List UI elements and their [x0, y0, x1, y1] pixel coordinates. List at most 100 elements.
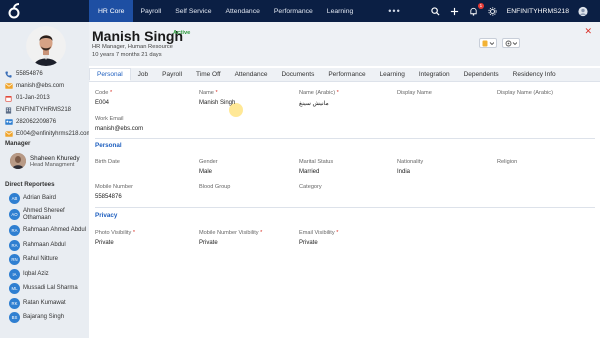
manager-name: Shaheen Khuredy	[30, 154, 80, 162]
nav-tab-learning[interactable]: Learning	[320, 0, 360, 22]
tab-attendance[interactable]: Attendance	[228, 68, 275, 81]
reportee-name: Ratan Kumawat	[23, 299, 66, 306]
tab-integration[interactable]: Integration	[412, 68, 457, 81]
employee-header: Manish Singh Active HR Manager, Human Re…	[89, 22, 600, 66]
company-name[interactable]: ENFINITYHRMS218	[507, 8, 569, 15]
settings-dropdown-button[interactable]	[502, 38, 520, 48]
info-text: 01-Jan-2013	[16, 95, 50, 101]
employee-role: HR Manager, Human Resource	[92, 44, 173, 50]
app-logo-icon[interactable]	[5, 2, 23, 20]
employee-tabs: Personal Job Payroll Time Off Attendance Docu…	[89, 68, 600, 82]
reportee-initials-avatar: IA	[9, 268, 20, 280]
name-value[interactable]: Manish Singh	[199, 100, 235, 106]
id-card-icon	[5, 118, 13, 126]
user-avatar[interactable]	[578, 6, 588, 16]
settings-gear-icon[interactable]	[488, 6, 498, 16]
info-row: manish@ebs.com	[5, 80, 89, 92]
nav-tab-hr-core[interactable]: HR Core	[89, 0, 134, 22]
nav-tab-self-service[interactable]: Self Service	[168, 0, 218, 22]
mobile-number-value[interactable]: 55854876	[95, 194, 122, 200]
info-row: ENFINITYHRMS218	[5, 104, 89, 116]
gender-label: Gender	[199, 159, 218, 165]
reportee-item[interactable]: RA Rahmaan Ahmed Abdul	[9, 225, 89, 236]
nav-tab-payroll[interactable]: Payroll	[133, 0, 168, 22]
info-row: 01-Jan-2013	[5, 92, 89, 104]
tab-job[interactable]: Job	[131, 68, 155, 81]
reportee-item[interactable]: ML Mussadi Lal Sharma	[9, 283, 89, 294]
tab-performance[interactable]: Performance	[321, 68, 372, 81]
section-divider	[95, 138, 595, 139]
arabic-name-value[interactable]: مانيش سينغ	[299, 100, 329, 107]
tab-documents[interactable]: Documents	[274, 68, 321, 81]
company-icon	[5, 106, 13, 114]
birth-date-label: Birth Date	[95, 159, 120, 165]
reportee-item[interactable]: RK Ratan Kumawat	[9, 297, 89, 309]
reportee-item[interactable]: AB Adrian Baird	[9, 193, 89, 204]
reportee-name: Ahmed Shereef Othamaan	[23, 207, 65, 221]
tab-personal[interactable]: Personal	[89, 68, 131, 81]
blood-group-label: Blood Group	[199, 184, 231, 190]
action-menu-button[interactable]	[479, 38, 497, 48]
code-value[interactable]: E004	[95, 100, 109, 106]
employee-tenure: 10 years 7 months 21 days	[92, 52, 162, 58]
photo-visibility-value[interactable]: Private	[95, 240, 114, 246]
category-label: Category	[299, 184, 322, 190]
reportee-initials-avatar: RK	[9, 297, 20, 309]
info-row: 55854876	[5, 68, 89, 80]
reportee-initials-avatar: RA	[9, 239, 20, 251]
reportee-initials-avatar: RA	[9, 225, 20, 236]
name-label: Name *	[199, 90, 218, 96]
display-name-arabic-label: Display Name (Arabic)	[497, 90, 553, 96]
email-visibility-value[interactable]: Private	[299, 240, 318, 246]
mobile-number-label: Mobile Number	[95, 184, 133, 190]
employee-info-list: 55854876 manish@ebs.com 01-Jan-2013 ENFINIT…	[5, 68, 92, 140]
tab-learning[interactable]: Learning	[373, 68, 412, 81]
code-label: Code *	[95, 90, 113, 96]
reportee-initials-avatar: RN	[9, 254, 20, 265]
reportee-name: Adrian Baird	[23, 195, 57, 201]
tab-time-off[interactable]: Time Off	[189, 68, 228, 81]
notification-bell-icon[interactable]: 1	[469, 3, 484, 16]
manager-heading: Manager	[5, 140, 31, 147]
mobile-visibility-label: Mobile Number Visibility *	[199, 230, 263, 236]
work-email-value[interactable]: manish@ebs.com	[95, 126, 143, 132]
info-text: manish@ebs.com	[16, 83, 65, 89]
tab-residency-info[interactable]: Residency Info	[506, 68, 563, 81]
nav-tab-performance[interactable]: Performance	[267, 0, 320, 22]
gender-value[interactable]: Male	[199, 169, 212, 175]
work-email-label: Work Email	[95, 116, 124, 122]
close-icon[interactable]: ✕	[584, 26, 592, 37]
marital-status-label: Marital Status	[299, 159, 334, 165]
employee-detail-panel: Manish Singh Active HR Manager, Human Re…	[89, 22, 600, 338]
marital-status-value[interactable]: Married	[299, 169, 319, 175]
reportee-initials-avatar: AO	[9, 209, 20, 220]
reportee-item[interactable]: RN Rahul Nitture	[9, 254, 89, 265]
nav-tab-attendance[interactable]: Attendance	[218, 0, 266, 22]
reportee-item[interactable]: RA Rahmaan Abdul	[9, 239, 89, 251]
manager-card[interactable]: Shaheen Khuredy Head Managment	[10, 153, 80, 169]
reportee-name: Rahmaan Ahmed Abdul	[23, 227, 87, 233]
display-name-label: Display Name	[397, 90, 432, 96]
manager-avatar	[10, 153, 26, 169]
info-row: 282062209876	[5, 116, 89, 128]
reportee-item[interactable]: IA Iqbal Aziz	[9, 268, 89, 280]
info-text: E004@enfinityhrms218.com	[16, 131, 92, 137]
nationality-value[interactable]: India	[397, 169, 410, 175]
notification-count-badge: 1	[478, 3, 484, 9]
reportee-item[interactable]: BS Bajarang Singh	[9, 312, 89, 323]
employee-sidebar: 55854876 manish@ebs.com 01-Jan-2013 ENFINIT…	[0, 22, 92, 338]
module-tabs: HR Core Payroll Self Service Attendance Perf…	[89, 0, 360, 22]
employee-photo[interactable]	[26, 26, 66, 66]
search-icon[interactable]	[431, 6, 441, 16]
info-text: ENFINITYHRMS218	[16, 107, 72, 113]
reportee-item[interactable]: AO Ahmed Shereef Othamaan	[9, 208, 89, 222]
tab-payroll[interactable]: Payroll	[155, 68, 189, 81]
tab-dependents[interactable]: Dependents	[457, 68, 506, 81]
mobile-visibility-value[interactable]: Private	[199, 240, 218, 246]
photo-visibility-label: Photo Visibility *	[95, 230, 136, 236]
more-modules-icon[interactable]: •••	[388, 6, 400, 16]
reportee-name: Rahmaan Abdul	[23, 241, 66, 248]
religion-label: Religion	[497, 159, 518, 165]
add-icon[interactable]	[450, 6, 460, 16]
status-badge: Active	[173, 30, 191, 36]
